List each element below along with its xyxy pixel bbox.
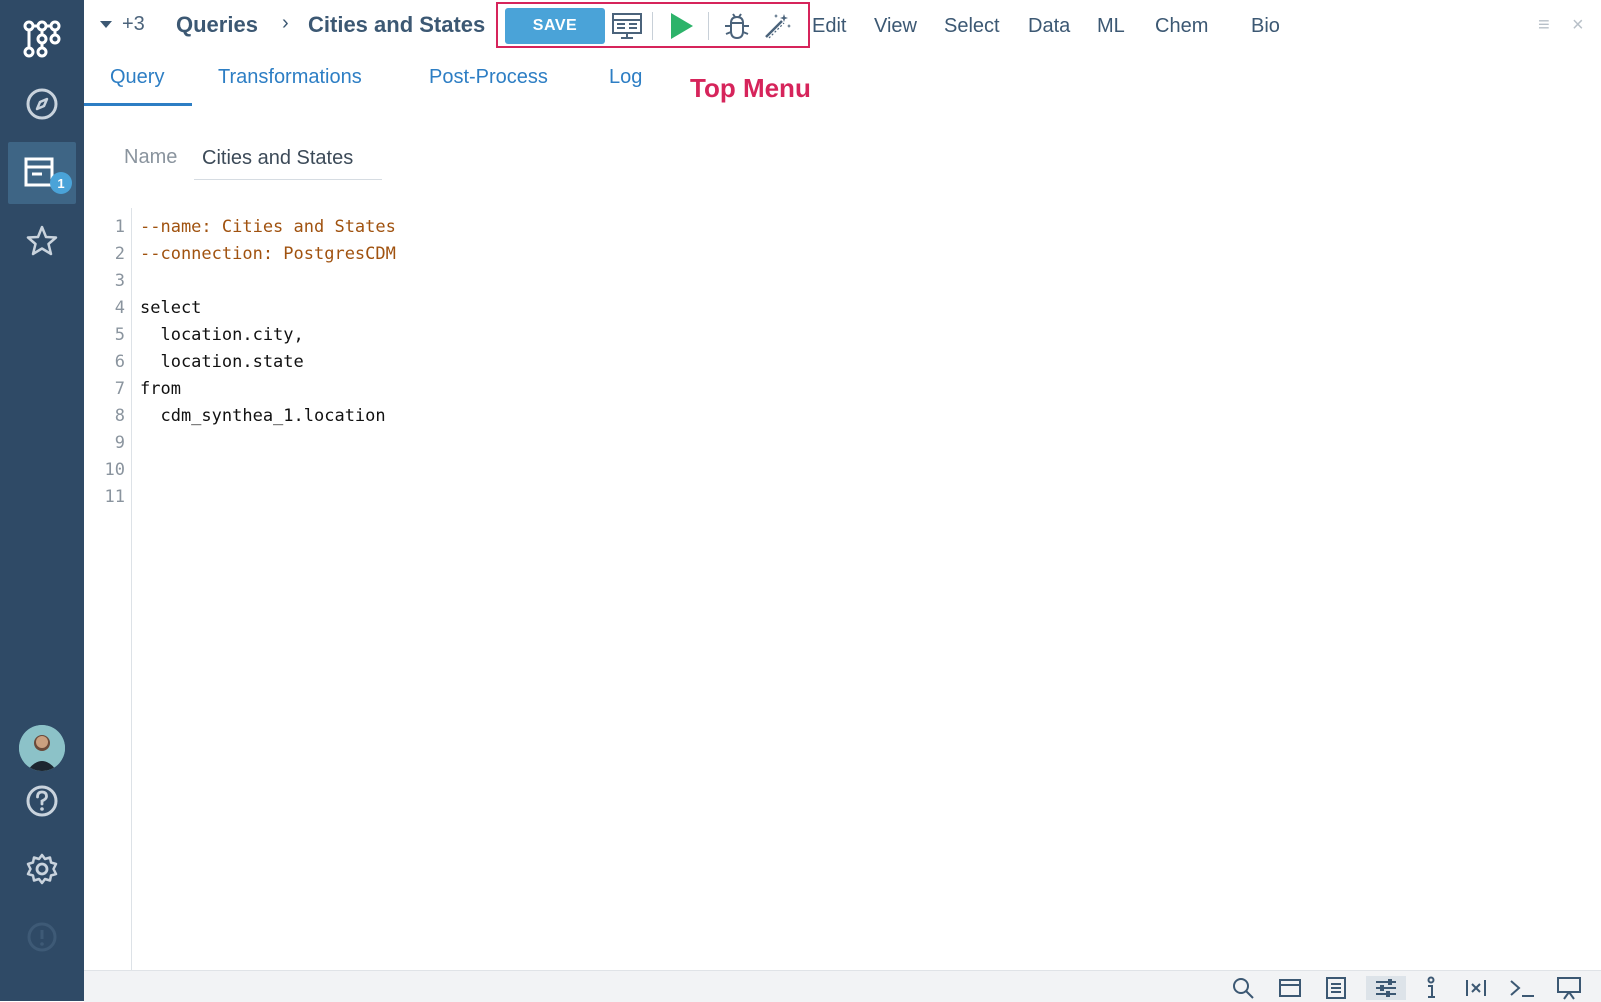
- line-number-gutter: 1 2 3 4 5 6 7 8 9 10 11: [84, 208, 132, 970]
- menu-ml[interactable]: ML: [1097, 15, 1125, 38]
- close-icon[interactable]: ×: [1572, 14, 1584, 37]
- code-line: --name: Cities and States: [140, 217, 396, 237]
- preview-button[interactable]: [610, 9, 644, 43]
- debug-button[interactable]: [720, 9, 754, 43]
- line-number: 10: [104, 460, 125, 480]
- line-number: 4: [114, 298, 125, 318]
- logo-icon: [23, 20, 61, 58]
- list-button[interactable]: [1321, 976, 1351, 1000]
- breadcrumb-current: Cities and States: [308, 12, 486, 37]
- save-button[interactable]: SAVE: [505, 8, 605, 44]
- line-number: 11: [104, 487, 125, 507]
- browse-button[interactable]: [8, 73, 76, 135]
- menu-bio[interactable]: Bio: [1251, 15, 1280, 38]
- menu-view[interactable]: View: [874, 15, 917, 38]
- tab-transformations[interactable]: Transformations: [218, 66, 362, 89]
- line-number: 5: [114, 325, 125, 345]
- line-number: 7: [114, 379, 125, 399]
- play-icon: [671, 13, 693, 39]
- menu-edit[interactable]: Edit: [812, 15, 846, 38]
- presentation-icon: [1557, 977, 1581, 1000]
- line-number: 3: [114, 271, 125, 291]
- avatar-image: [19, 725, 65, 771]
- toolbar-separator: [708, 12, 709, 40]
- line-number: 2: [114, 244, 125, 264]
- line-number: 8: [114, 406, 125, 426]
- menu-select[interactable]: Select: [944, 15, 1000, 38]
- alert-icon: [27, 922, 57, 952]
- alerts-button[interactable]: [8, 906, 76, 968]
- help-icon: [26, 785, 58, 817]
- line-number: 1: [114, 217, 125, 237]
- compass-icon: [26, 88, 58, 120]
- properties-button[interactable]: [1366, 976, 1406, 1000]
- favorites-button[interactable]: [8, 210, 76, 272]
- code-line: location.city,: [140, 325, 304, 345]
- name-input[interactable]: [194, 138, 382, 180]
- code-line: select: [140, 298, 202, 318]
- presentation-button[interactable]: [1554, 976, 1584, 1000]
- wizard-button[interactable]: [760, 9, 794, 43]
- code-line: cdm_synthea_1.location: [140, 406, 386, 426]
- line-number: 9: [114, 433, 125, 453]
- queries-button[interactable]: 1: [8, 142, 76, 204]
- line-number: 6: [114, 352, 125, 372]
- info-icon: [1427, 976, 1435, 998]
- bug-icon: [725, 13, 749, 40]
- code-line: location.state: [140, 352, 304, 372]
- terminal-icon: [1510, 980, 1534, 997]
- user-avatar[interactable]: [19, 725, 65, 771]
- name-label: Name: [124, 146, 178, 168]
- tab-post-process[interactable]: Post-Process: [429, 66, 548, 89]
- help-button[interactable]: [8, 770, 76, 832]
- help-info-button[interactable]: [1416, 976, 1446, 1000]
- search-icon: [1233, 978, 1254, 999]
- active-tab-indicator: [84, 103, 192, 106]
- code-editor[interactable]: 1 2 3 4 5 6 7 8 9 10 11 --name: Cities a…: [84, 208, 1601, 970]
- code-line: --connection: PostgresCDM: [140, 244, 396, 264]
- list-icon: [1326, 977, 1346, 999]
- variables-icon: [1466, 980, 1486, 996]
- search-button[interactable]: [1228, 976, 1258, 1000]
- window-icon: [1279, 979, 1301, 997]
- more-views-count[interactable]: +3: [122, 13, 145, 36]
- run-button[interactable]: [664, 9, 698, 43]
- monitor-table-icon: [612, 13, 642, 39]
- breadcrumb-queries[interactable]: Queries: [176, 12, 258, 38]
- chevron-right-icon: ›: [282, 12, 289, 34]
- window-button[interactable]: [1275, 976, 1305, 1000]
- settings-icon: [26, 853, 58, 885]
- queries-badge: 1: [50, 172, 72, 194]
- magic-wand-icon: [765, 14, 791, 39]
- annotation-label: Top Menu: [690, 73, 811, 103]
- code-line: from: [140, 379, 181, 399]
- menu-data[interactable]: Data: [1028, 15, 1070, 38]
- menu-chem[interactable]: Chem: [1155, 15, 1208, 38]
- star-icon: [26, 225, 58, 256]
- hamburger-menu-icon[interactable]: ≡: [1538, 14, 1550, 37]
- chevron-down-icon[interactable]: [100, 21, 112, 28]
- settings-button[interactable]: [8, 838, 76, 900]
- toolbar-separator: [652, 12, 653, 40]
- console-button[interactable]: [1507, 976, 1537, 1000]
- tab-log[interactable]: Log: [609, 66, 642, 89]
- logo-button[interactable]: [8, 8, 76, 70]
- sidebar: 1: [0, 0, 84, 1001]
- sliders-icon: [1376, 979, 1396, 997]
- tab-query[interactable]: Query: [110, 66, 164, 89]
- variables-button[interactable]: [1461, 976, 1491, 1000]
